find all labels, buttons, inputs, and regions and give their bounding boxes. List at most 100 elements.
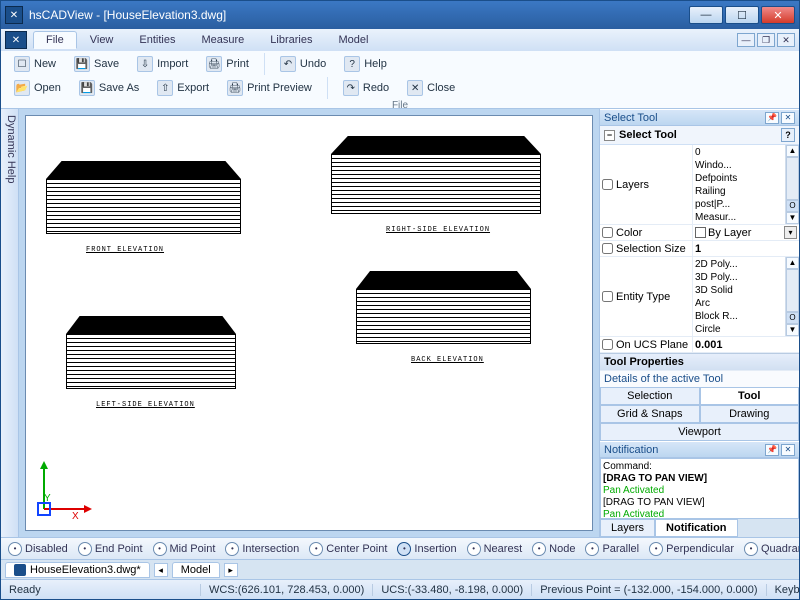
close-button[interactable]: ✕	[761, 6, 795, 24]
osnap-intersection[interactable]: •Intersection	[220, 542, 304, 556]
osnap-icon: •	[532, 542, 546, 556]
layout-next-button[interactable]: ▸	[224, 563, 238, 577]
bottom-tab-layers[interactable]: Layers	[600, 519, 655, 537]
scroll-down-icon[interactable]: ▼	[786, 324, 799, 336]
drawing-label: LEFT-SIDE ELEVATION	[96, 401, 195, 409]
save-as-button[interactable]: 💾Save As	[72, 77, 146, 99]
color-value[interactable]: By Layer▾	[692, 225, 799, 240]
ucs-axis-icon: Y X	[34, 459, 94, 522]
maximize-button[interactable]: ☐	[725, 6, 759, 24]
layers-checkbox[interactable]	[602, 179, 613, 190]
menu-tab-file[interactable]: File	[33, 31, 77, 49]
layers-listbox[interactable]: 0Windo...DefpointsRailingpost|P...Measur…	[692, 145, 785, 224]
new-button[interactable]: ☐New	[7, 53, 63, 75]
undo-icon: ↶	[280, 56, 296, 72]
layers-label: Layers	[614, 145, 692, 224]
ucs-plane-checkbox[interactable]	[602, 339, 613, 350]
menu-tab-entities[interactable]: Entities	[126, 31, 188, 49]
osnap-perpendicular[interactable]: •Perpendicular	[644, 542, 739, 556]
collapse-icon[interactable]: −	[604, 130, 615, 141]
panel-tab-tool[interactable]: Tool	[700, 387, 800, 405]
status-prev-point: Previous Point = (-132.000, -154.000, 0.…	[532, 584, 766, 596]
pin-icon[interactable]: 📌	[765, 112, 779, 124]
panel-tab-selection[interactable]: Selection	[600, 387, 700, 405]
notification-log[interactable]: Command:[DRAG TO PAN VIEW]Pan Activated[…	[600, 458, 799, 519]
status-bar: Ready WCS:(626.101, 728.453, 0.000) UCS:…	[1, 579, 799, 599]
osnap-center-point[interactable]: •Center Point	[304, 542, 392, 556]
mdi-close-button[interactable]: ✕	[777, 33, 795, 47]
mdi-minimize-button[interactable]: —	[737, 33, 755, 47]
document-tab[interactable]: HouseElevation3.dwg*	[5, 562, 150, 578]
save-icon: 💾	[74, 56, 90, 72]
osnap-end-point[interactable]: •End Point	[73, 542, 148, 556]
close-icon: ✕	[407, 80, 423, 96]
bottom-tab-notification[interactable]: Notification	[655, 519, 738, 537]
osnap-icon: •	[309, 542, 323, 556]
scroll-down-icon[interactable]: ▼	[786, 212, 799, 224]
drawing-canvas[interactable]: FRONT ELEVATION RIGHT-SIDE ELEVATION LEF…	[25, 115, 593, 531]
scroll-thumb[interactable]: O	[786, 312, 799, 324]
dropdown-icon[interactable]: ▾	[784, 226, 797, 239]
open-button[interactable]: 📂Open	[7, 77, 68, 99]
osnap-mid-point[interactable]: •Mid Point	[148, 542, 221, 556]
drawing-label: FRONT ELEVATION	[86, 246, 164, 254]
osnap-nearest[interactable]: •Nearest	[462, 542, 528, 556]
ribbon-file-group: ☐New💾Save⇩Import🖨Print ↶Undo?Help 📂Open💾S…	[1, 51, 799, 109]
osnap-node[interactable]: •Node	[527, 542, 580, 556]
panel-tab-viewport[interactable]: Viewport	[600, 423, 799, 441]
menu-tab-libraries[interactable]: Libraries	[257, 31, 325, 49]
redo-button[interactable]: ↷Redo	[336, 77, 396, 99]
mdi-restore-button[interactable]: ❐	[757, 33, 775, 47]
menu-tab-view[interactable]: View	[77, 31, 127, 49]
layout-tab-model[interactable]: Model	[172, 562, 220, 578]
scroll-up-icon[interactable]: ▲	[786, 257, 799, 269]
save-as-icon: 💾	[79, 80, 95, 96]
osnap-icon: •	[467, 542, 481, 556]
dwg-file-icon	[14, 564, 26, 576]
menu-tab-measure[interactable]: Measure	[188, 31, 257, 49]
import-button[interactable]: ⇩Import	[130, 53, 195, 75]
tool-help-icon[interactable]: ?	[781, 128, 795, 142]
panel-close-icon[interactable]: ✕	[781, 112, 795, 124]
print-preview-button[interactable]: 🖨Print Preview	[220, 77, 319, 99]
osnap-disabled[interactable]: •Disabled	[3, 542, 73, 556]
app-menu-icon[interactable]: ✕	[5, 31, 27, 49]
save-button[interactable]: 💾Save	[67, 53, 126, 75]
selection-size-value[interactable]: 1	[692, 241, 799, 256]
osnap-icon: •	[8, 542, 22, 556]
panel-tab-grid-snaps[interactable]: Grid & Snaps	[600, 405, 700, 423]
color-checkbox[interactable]	[602, 227, 613, 238]
minimize-button[interactable]: —	[689, 6, 723, 24]
status-ucs: UCS:(-33.480, -8.198, 0.000)	[373, 584, 532, 596]
export-button[interactable]: ⇧Export	[150, 77, 216, 99]
ucs-plane-value[interactable]: 0.001	[692, 337, 799, 352]
osnap-toolbar: •Disabled•End Point•Mid Point•Intersecti…	[1, 537, 799, 559]
help-icon: ?	[344, 56, 360, 72]
export-icon: ⇧	[157, 80, 173, 96]
entity-type-checkbox[interactable]	[602, 291, 613, 302]
help-button[interactable]: ?Help	[337, 53, 394, 75]
panel-close-icon[interactable]: ✕	[781, 444, 795, 456]
scroll-thumb[interactable]: O	[786, 200, 799, 212]
print-button[interactable]: 🖨Print	[199, 53, 256, 75]
notification-panel-header[interactable]: Notification 📌 ✕	[600, 441, 799, 458]
status-wcs: WCS:(626.101, 728.453, 0.000)	[201, 584, 373, 596]
color-label: Color	[614, 225, 692, 240]
layout-prev-button[interactable]: ◂	[154, 563, 168, 577]
osnap-insertion[interactable]: •Insertion	[392, 542, 461, 556]
osnap-parallel[interactable]: •Parallel	[580, 542, 644, 556]
entity-type-listbox[interactable]: 2D Poly...3D Poly...3D SolidArcBlock R..…	[692, 257, 785, 336]
osnap-quadrant[interactable]: •Quadrant	[739, 542, 799, 556]
panel-tab-drawing[interactable]: Drawing	[700, 405, 800, 423]
drawing-label: BACK ELEVATION	[411, 356, 484, 364]
dynamic-help-sidebar[interactable]: Dynamic Help	[1, 109, 19, 537]
osnap-icon: •	[397, 542, 411, 556]
undo-button[interactable]: ↶Undo	[273, 53, 333, 75]
menu-tab-model[interactable]: Model	[325, 31, 381, 49]
scroll-up-icon[interactable]: ▲	[786, 145, 799, 157]
osnap-icon: •	[744, 542, 758, 556]
select-tool-panel-header[interactable]: Select Tool 📌 ✕	[600, 109, 799, 126]
pin-icon[interactable]: 📌	[765, 444, 779, 456]
selection-size-checkbox[interactable]	[602, 243, 613, 254]
close-button[interactable]: ✕Close	[400, 77, 462, 99]
